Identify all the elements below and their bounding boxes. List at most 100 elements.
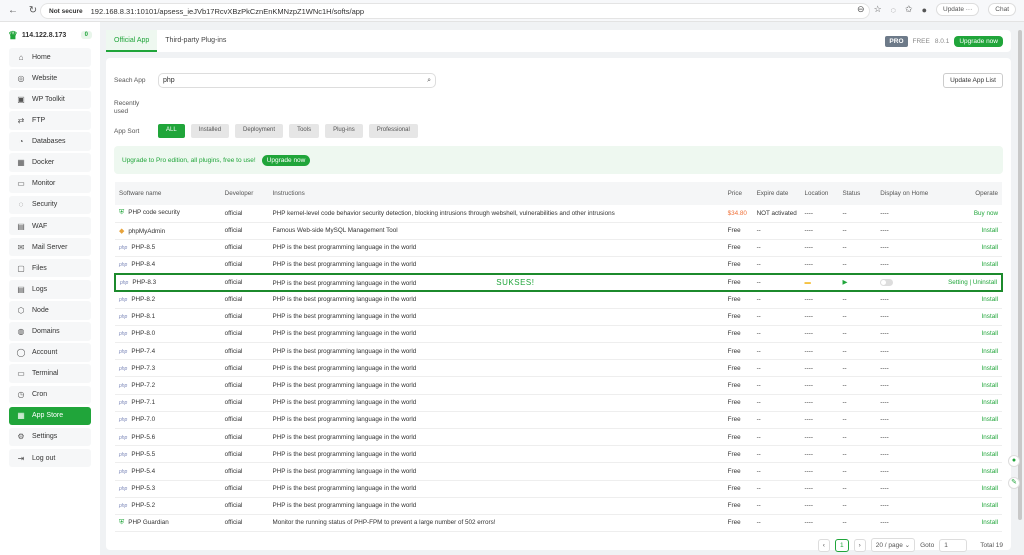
sidebar-item-account[interactable]: ◯ Account: [9, 343, 91, 362]
software-name[interactable]: PHP-7.1: [131, 399, 155, 406]
scrollbar[interactable]: [1018, 30, 1022, 520]
operate-link[interactable]: Buy now: [930, 205, 1002, 223]
operate-link[interactable]: Install: [930, 308, 1002, 326]
operate-link[interactable]: Install: [930, 342, 1002, 361]
operate-link[interactable]: Install: [930, 497, 1002, 515]
sidebar-item-node[interactable]: ⬡ Node: [9, 301, 91, 320]
prev-page-button[interactable]: ‹: [817, 538, 830, 552]
upgrade-button[interactable]: Upgrade now: [954, 35, 1003, 47]
sidebar-item-mail-server[interactable]: ✉ Mail Server: [9, 237, 91, 257]
next-page-button[interactable]: ›: [853, 538, 866, 552]
sidebar-item-security[interactable]: ◌ Security: [9, 195, 91, 215]
sort-all[interactable]: ALL: [158, 124, 185, 138]
software-name[interactable]: phpMyAdmin: [128, 228, 165, 235]
software-name[interactable]: PHP Guardian: [128, 519, 169, 526]
software-name[interactable]: PHP-5.2: [131, 502, 155, 509]
software-name[interactable]: PHP-5.5: [131, 451, 155, 458]
avatar[interactable]: ●: [922, 5, 927, 15]
extensions-icon[interactable]: ◌: [891, 5, 896, 15]
sidebar-item-label: Log out: [32, 454, 56, 462]
software-name[interactable]: PHP-8.1: [131, 313, 155, 320]
tab-third-party[interactable]: Third-party Plug-ins: [157, 30, 234, 52]
sidebar-item-domains[interactable]: ◍ Domains: [9, 322, 91, 341]
display-on-home-toggle[interactable]: [880, 278, 894, 286]
zoom-icon[interactable]: ⊖: [857, 4, 865, 15]
sidebar-item-log-out[interactable]: ⇥ Log out: [9, 448, 91, 468]
sidebar-item-databases[interactable]: ◔ Databases: [9, 132, 91, 151]
software-name[interactable]: PHP-8.2: [131, 296, 155, 303]
operate-link[interactable]: Install: [930, 222, 1002, 240]
operate-link[interactable]: Install: [930, 359, 1002, 378]
update-app-list-button[interactable]: Update App List: [943, 73, 1003, 88]
sidebar-item-waf[interactable]: ▤ WAF: [9, 216, 91, 236]
star-icon[interactable]: ☆: [874, 4, 882, 15]
address-bar[interactable]: Not secure 192.168.8.31:10101/apsess_ieJV…: [40, 3, 870, 19]
software-name[interactable]: PHP-5.3: [131, 485, 155, 492]
tab-official-app[interactable]: Official App: [106, 30, 158, 52]
software-name[interactable]: PHP-7.2: [131, 382, 155, 389]
help-icon[interactable]: ●: [1008, 455, 1020, 467]
software-name[interactable]: PHP-7.4: [131, 348, 155, 355]
goto-input[interactable]: 1: [939, 538, 968, 552]
sort-installed[interactable]: Installed: [190, 124, 230, 138]
favorites-icon[interactable]: ✩: [905, 4, 913, 15]
sidebar-item-cron[interactable]: ◷ Cron: [9, 385, 91, 404]
back-icon[interactable]: ←: [6, 5, 20, 16]
operate-link[interactable]: Setting | Uninstall: [930, 272, 1003, 292]
folder-icon[interactable]: ▬: [805, 279, 811, 286]
update-button[interactable]: Update ···: [936, 3, 980, 16]
search-input[interactable]: php ⌕: [158, 73, 436, 88]
sidebar-item-wp-toolkit[interactable]: ▣ WP Toolkit: [9, 90, 91, 109]
operate-link[interactable]: Install: [930, 325, 1002, 344]
software-name[interactable]: PHP-8.0: [131, 330, 155, 337]
sidebar-item-website[interactable]: ◎ Website: [9, 69, 91, 88]
page-size-select[interactable]: 20 / page ⌄: [870, 538, 916, 552]
search-icon[interactable]: ⌕: [427, 74, 431, 87]
operate-link[interactable]: Install: [930, 394, 1002, 412]
sidebar-item-logs[interactable]: ▤ Logs: [9, 280, 91, 299]
sidebar-item-app-store[interactable]: ▦ App Store: [9, 406, 91, 426]
waf-icon: ▤: [17, 221, 25, 231]
software-name[interactable]: PHP-7.3: [131, 365, 155, 372]
software-name[interactable]: PHP-7.0: [131, 416, 155, 423]
sort-professional[interactable]: Professional: [368, 124, 418, 138]
software-name[interactable]: PHP-8.3: [132, 279, 156, 286]
operate-link[interactable]: Install: [930, 239, 1002, 258]
operate-link[interactable]: Install: [930, 290, 1002, 309]
software-name-cell: ◆ phpMyAdmin: [115, 222, 221, 240]
reload-icon[interactable]: ↻: [26, 5, 40, 16]
operate-link[interactable]: Install: [930, 376, 1002, 395]
sidebar-item-settings[interactable]: ⚙ Settings: [9, 427, 91, 447]
sort-tools[interactable]: Tools: [289, 124, 320, 138]
operate-link[interactable]: Install: [930, 480, 1002, 498]
software-name[interactable]: PHP-5.6: [131, 434, 155, 441]
chat-button[interactable]: Chat: [988, 3, 1016, 16]
price-cell: Free: [723, 325, 753, 344]
sort-deployment[interactable]: Deployment: [235, 124, 284, 138]
software-name[interactable]: PHP code security: [128, 209, 180, 216]
operate-link[interactable]: Install: [930, 514, 1002, 533]
sidebar-item-terminal[interactable]: ▭ Terminal: [9, 364, 91, 383]
running-play-icon[interactable]: ▶: [842, 279, 847, 286]
operate-link[interactable]: Install: [930, 411, 1002, 429]
sidebar-item-home[interactable]: ⌂ Home: [9, 48, 91, 67]
sidebar-item-monitor[interactable]: ▭ Monitor: [9, 174, 91, 194]
sort-plug-ins[interactable]: Plug-ins: [325, 124, 363, 138]
not-secure-badge[interactable]: Not secure: [49, 8, 83, 15]
expire-date-cell: --: [752, 411, 801, 429]
page-1-button[interactable]: 1: [834, 538, 849, 552]
operate-link[interactable]: Install: [930, 428, 1002, 447]
notification-badge[interactable]: 0: [80, 31, 92, 39]
feedback-icon[interactable]: ✎: [1008, 477, 1020, 489]
promo-upgrade-button[interactable]: Upgrade now: [261, 154, 311, 166]
sidebar-item-ftp[interactable]: ⇄ FTP: [9, 111, 91, 130]
software-name[interactable]: PHP-8.5: [131, 244, 155, 251]
software-name[interactable]: PHP-8.4: [131, 261, 155, 268]
location-cell: ----: [800, 205, 839, 223]
software-name[interactable]: PHP-5.4: [131, 468, 155, 475]
operate-link[interactable]: Install: [930, 445, 1002, 464]
sidebar-item-files[interactable]: ▢ Files: [9, 258, 91, 278]
sidebar-item-docker[interactable]: ▦ Docker: [9, 153, 91, 172]
operate-link[interactable]: Install: [930, 462, 1002, 481]
operate-link[interactable]: Install: [930, 256, 1002, 275]
